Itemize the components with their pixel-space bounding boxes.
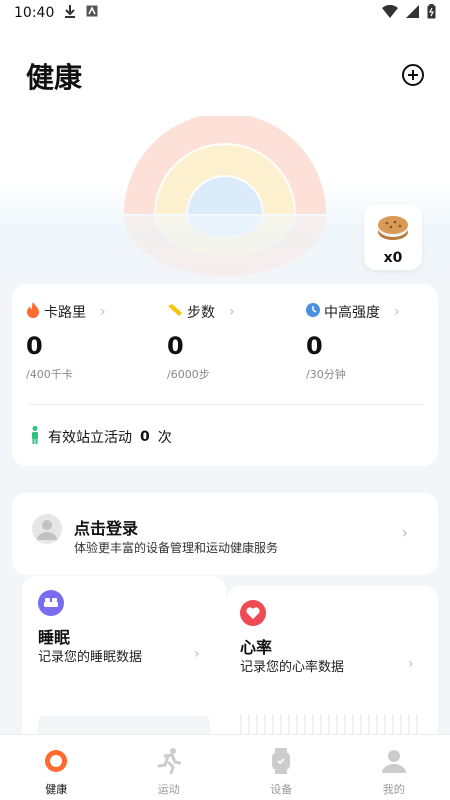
stand-count: 0 bbox=[140, 429, 150, 445]
login-card[interactable]: 点击登录 体验更丰富的设备管理和运动健康服务 › bbox=[12, 493, 438, 575]
stand-activity-row[interactable]: 有效站立活动 0 次 bbox=[30, 426, 172, 448]
sleep-subtitle: 记录您的睡眠数据 bbox=[38, 650, 143, 665]
metric-label: 步数 bbox=[187, 305, 215, 321]
metric-value: 0 bbox=[306, 332, 323, 360]
heart-title: 心率 bbox=[240, 638, 273, 657]
chevron-right-icon: › bbox=[194, 646, 200, 662]
shoe-icon bbox=[167, 303, 183, 321]
health-ring-icon bbox=[44, 747, 68, 775]
flame-icon bbox=[26, 302, 40, 322]
metric-value: 0 bbox=[167, 332, 184, 360]
status-time: 10:40 bbox=[14, 5, 55, 21]
metric-label: 卡路里 bbox=[44, 305, 86, 321]
cookie-icon bbox=[377, 214, 409, 246]
activity-summary-card[interactable]: 卡路里 › 0 /400千卡 步数 › 0 /6000步 中高强度 › 0 /3… bbox=[12, 284, 438, 466]
metric-goal: /6000步 bbox=[167, 368, 210, 381]
standing-person-icon bbox=[30, 426, 40, 448]
bed-icon bbox=[38, 590, 64, 616]
medal-count: x0 bbox=[383, 250, 403, 266]
sleep-card[interactable]: 睡眠 记录您的睡眠数据 › bbox=[22, 576, 226, 746]
activity-rings[interactable] bbox=[124, 113, 326, 276]
metric-goal: /400千卡 bbox=[26, 368, 73, 381]
tab-label: 健康 bbox=[45, 783, 68, 796]
medal-badge[interactable]: x0 bbox=[364, 204, 422, 270]
tab-label: 运动 bbox=[157, 783, 180, 796]
page-title: 健康 bbox=[26, 61, 83, 94]
clock-icon bbox=[306, 303, 320, 321]
tab-me[interactable]: 我的 bbox=[338, 735, 450, 800]
divider bbox=[28, 404, 424, 405]
download-icon bbox=[64, 4, 76, 22]
stand-unit: 次 bbox=[157, 430, 172, 446]
running-icon bbox=[157, 747, 181, 775]
metric-intensity[interactable]: 中高强度 › 0 /30分钟 bbox=[306, 302, 441, 382]
bottom-tab-bar: 健康 运动 设备 我的 bbox=[0, 734, 450, 800]
sleep-title: 睡眠 bbox=[38, 628, 71, 647]
status-bar: 10:40 bbox=[0, 0, 450, 26]
add-icon[interactable] bbox=[401, 63, 425, 87]
battery-icon bbox=[427, 3, 436, 23]
tab-device[interactable]: 设备 bbox=[225, 735, 338, 800]
chevron-right-icon: › bbox=[394, 304, 400, 320]
chevron-right-icon: › bbox=[100, 304, 106, 320]
metric-calories[interactable]: 卡路里 › 0 /400千卡 bbox=[26, 302, 161, 382]
tab-label: 我的 bbox=[382, 783, 405, 796]
app-notification-icon bbox=[86, 5, 98, 21]
metric-label: 中高强度 bbox=[324, 305, 380, 321]
avatar bbox=[32, 514, 62, 544]
heart-rate-card[interactable]: 心率 记录您的心率数据 › bbox=[226, 586, 438, 746]
signal-icon bbox=[406, 4, 419, 22]
heart-icon bbox=[240, 600, 266, 626]
chevron-right-icon: › bbox=[408, 656, 414, 672]
tab-exercise[interactable]: 运动 bbox=[113, 735, 226, 800]
watch-icon bbox=[272, 747, 291, 775]
metric-goal: /30分钟 bbox=[306, 368, 346, 381]
login-title: 点击登录 bbox=[74, 519, 139, 538]
tab-label: 设备 bbox=[270, 783, 293, 796]
wifi-icon bbox=[382, 4, 398, 22]
heart-subtitle: 记录您的心率数据 bbox=[240, 660, 345, 675]
chevron-right-icon: › bbox=[229, 304, 235, 320]
stand-label: 有效站立活动 bbox=[48, 430, 132, 446]
metric-value: 0 bbox=[26, 332, 43, 360]
chevron-right-icon: › bbox=[401, 523, 408, 542]
metric-steps[interactable]: 步数 › 0 /6000步 bbox=[167, 302, 302, 382]
user-icon bbox=[381, 747, 407, 775]
tab-health[interactable]: 健康 bbox=[0, 735, 113, 800]
login-subtitle: 体验更丰富的设备管理和运动健康服务 bbox=[74, 541, 279, 555]
